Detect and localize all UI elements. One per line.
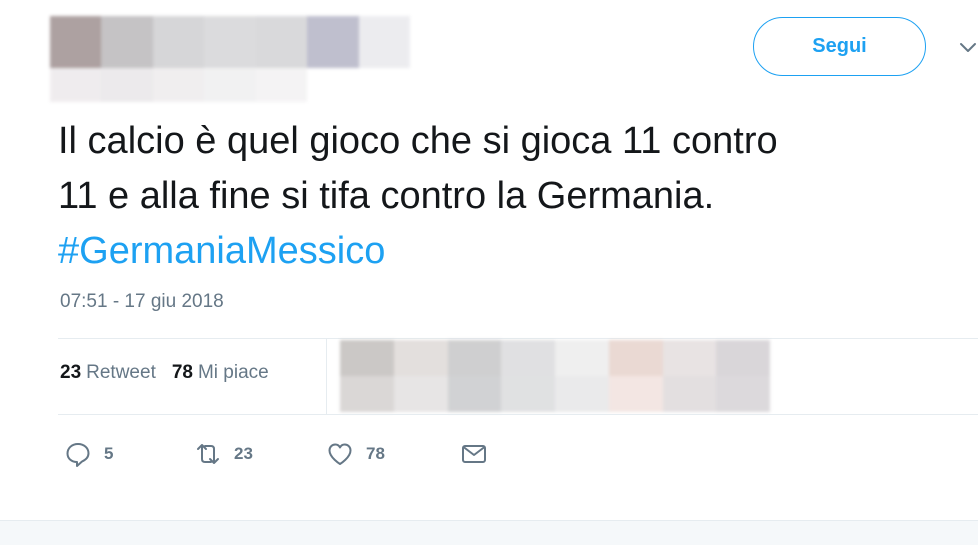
envelope-icon xyxy=(462,445,486,463)
reply-area-edge xyxy=(0,520,978,545)
blur-block xyxy=(101,16,153,68)
blur-block xyxy=(662,340,717,376)
blur-block xyxy=(50,16,102,68)
blur-block xyxy=(101,68,153,102)
blur-block xyxy=(152,68,205,102)
blur-block xyxy=(152,16,205,68)
blur-block xyxy=(255,16,308,68)
blur-block xyxy=(501,376,555,412)
blur-block xyxy=(340,376,394,412)
hashtag-link[interactable]: #GermaniaMessico xyxy=(58,224,958,279)
retweet-button[interactable]: 23 xyxy=(194,440,326,468)
blur-block xyxy=(447,376,502,412)
divider xyxy=(58,414,978,415)
follow-button[interactable]: Segui xyxy=(753,17,926,76)
blur-block xyxy=(204,68,256,102)
author-profile-blurred[interactable] xyxy=(50,16,410,102)
heart-icon xyxy=(328,443,352,465)
divider xyxy=(326,338,327,414)
reply-icon xyxy=(66,443,90,467)
blur-block xyxy=(204,16,256,68)
blur-block xyxy=(716,376,770,412)
retweet-stat-count: 23 xyxy=(60,362,82,383)
blur-block xyxy=(447,340,502,376)
blur-block xyxy=(716,340,770,376)
blur-block xyxy=(255,68,308,102)
tweet-timestamp[interactable]: 07:51 - 17 giu 2018 xyxy=(60,291,224,313)
tweet-text-line: 11 e alla fine si tifa contro la Germani… xyxy=(58,175,715,217)
retweet-count: 23 xyxy=(234,444,253,463)
like-stat-label: Mi piace xyxy=(197,362,269,383)
like-button[interactable]: 78 xyxy=(326,440,460,468)
blur-block xyxy=(393,340,448,376)
blur-block xyxy=(662,376,717,412)
blur-block xyxy=(340,340,394,376)
tweet-text-line: Il calcio è quel gioco che si gioca 11 c… xyxy=(58,120,778,162)
like-count: 78 xyxy=(366,444,385,463)
divider xyxy=(58,338,978,339)
blur-block xyxy=(307,68,359,102)
tweet-actions: 5 23 78 xyxy=(64,440,500,468)
direct-message-button[interactable] xyxy=(460,440,500,468)
blur-block xyxy=(608,340,663,376)
reply-button[interactable]: 5 xyxy=(64,440,194,468)
like-stat-count: 78 xyxy=(171,362,193,383)
blur-block xyxy=(501,340,555,376)
blur-block xyxy=(555,340,609,376)
retweet-icon xyxy=(197,444,219,464)
blur-block xyxy=(555,376,609,412)
blur-block xyxy=(608,376,663,412)
blur-block xyxy=(393,376,448,412)
like-stat[interactable]: 78 Mi piace xyxy=(172,362,269,384)
tweet-stats: 23 Retweet 78 Mi piace xyxy=(60,362,269,384)
blur-block xyxy=(307,16,359,68)
blur-block xyxy=(358,68,410,102)
retweet-stat[interactable]: 23 Retweet xyxy=(60,362,156,384)
retweet-stat-label: Retweet xyxy=(86,362,156,383)
tweet-text: Il calcio è quel gioco che si gioca 11 c… xyxy=(58,114,958,279)
blur-block xyxy=(50,68,102,102)
reply-count: 5 xyxy=(104,444,114,463)
blur-block xyxy=(358,16,410,68)
likers-avatars-blurred[interactable] xyxy=(340,340,770,412)
chevron-down-icon[interactable] xyxy=(958,38,978,58)
